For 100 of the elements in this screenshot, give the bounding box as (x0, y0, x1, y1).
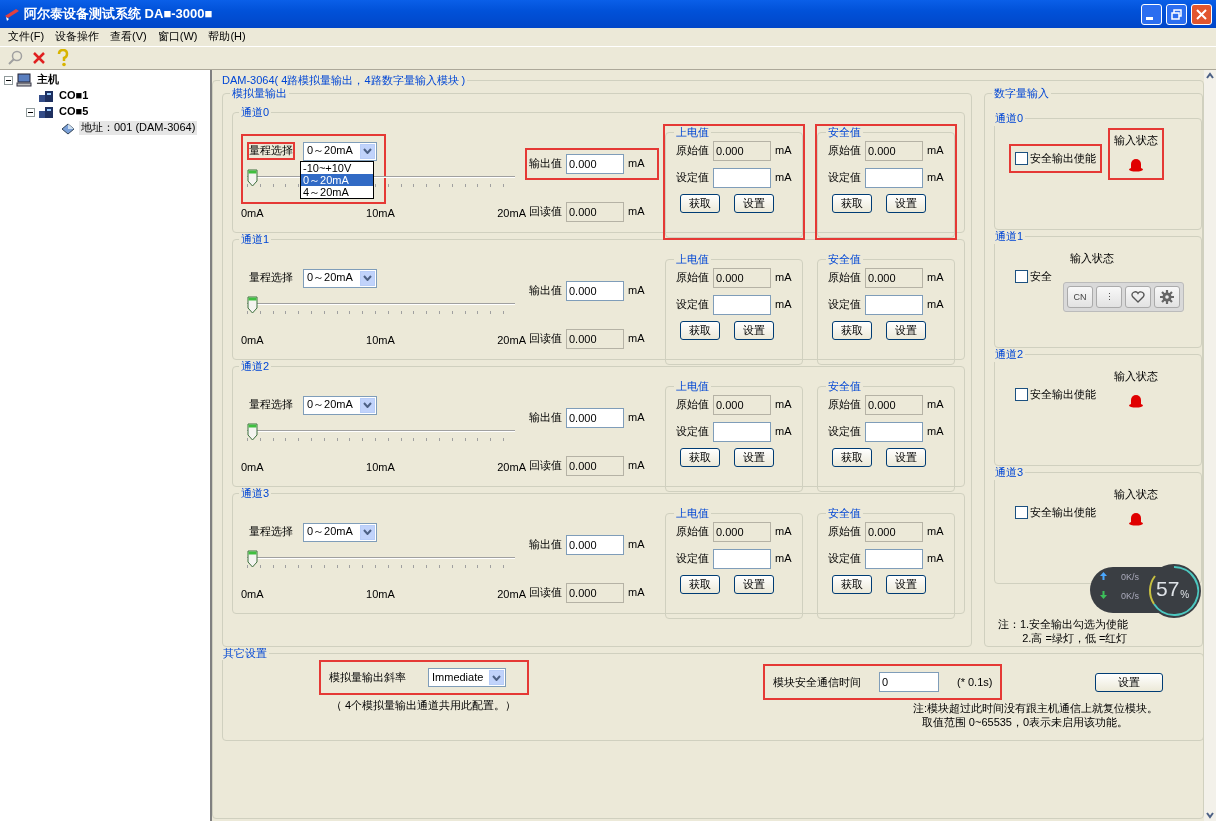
unit-label: mA (927, 298, 944, 312)
readback-field[interactable]: 0.000 (566, 201, 624, 222)
settings-button[interactable]: 设置 (1095, 672, 1163, 692)
readonly-field[interactable]: 0.000 (865, 140, 923, 161)
field-label: 回读值 (529, 585, 562, 600)
output-field[interactable]: 0.000 (566, 534, 624, 555)
readonly-field[interactable]: 0.000 (865, 521, 923, 542)
unit-label: mA (927, 171, 944, 185)
dropdown[interactable]: 0～20mA (303, 395, 377, 415)
field-label: 输出值 (529, 283, 562, 298)
restore-button[interactable] (1166, 3, 1187, 25)
output-field[interactable]: 0.000 (566, 153, 624, 174)
scroll-up-icon[interactable] (1205, 72, 1215, 80)
output-field[interactable]: 0.000 (566, 407, 624, 428)
input-field[interactable] (865, 421, 923, 442)
menu-item[interactable]: 帮助(H) (208, 30, 246, 44)
close-button[interactable] (1191, 3, 1212, 25)
action-button[interactable]: 获取 (680, 447, 720, 467)
tree-item[interactable]: 主机 (35, 73, 61, 87)
scale-label: 20mA (497, 206, 526, 220)
action-button[interactable]: 设置 (886, 320, 926, 340)
expand-toggle[interactable] (4, 75, 13, 85)
field-label: 量程选择 (248, 397, 294, 413)
input-field[interactable] (865, 167, 923, 188)
input-field[interactable] (865, 294, 923, 315)
action-button[interactable]: 获取 (680, 193, 720, 213)
menu-item[interactable]: 查看(V) (110, 30, 147, 44)
scale-label: 10mA (366, 587, 395, 601)
tree-item[interactable]: 地址：001 (DAM-3064) (79, 121, 198, 135)
action-button[interactable]: 设置 (886, 574, 926, 594)
action-button[interactable]: 获取 (832, 447, 872, 467)
input-field[interactable] (865, 548, 923, 569)
scroll-down-icon[interactable] (1205, 811, 1215, 819)
unit-label: mA (927, 271, 944, 285)
checkbox[interactable]: 安全 (1009, 261, 1058, 291)
action-button[interactable]: 获取 (832, 193, 872, 213)
group-title: 上电值 (675, 506, 710, 520)
field-label: 回读值 (529, 331, 562, 346)
action-button[interactable]: 设置 (886, 447, 926, 467)
unit-label: mA (775, 298, 792, 312)
dropdown[interactable]: 0～20mA (303, 522, 377, 542)
slider-thumb[interactable] (247, 549, 258, 568)
readonly-field[interactable]: 0.000 (713, 394, 771, 415)
field-label: 设定值 (828, 171, 861, 185)
action-button[interactable]: 设置 (734, 320, 774, 340)
dropdown-option[interactable]: 4～20mA (301, 185, 373, 198)
readonly-field[interactable]: 0.000 (713, 521, 771, 542)
slider-thumb[interactable] (247, 295, 258, 314)
action-button[interactable]: 获取 (680, 574, 720, 594)
action-button[interactable]: 获取 (832, 574, 872, 594)
action-button[interactable]: 获取 (680, 320, 720, 340)
input-field[interactable] (713, 548, 771, 569)
readback-field[interactable]: 0.000 (566, 455, 624, 476)
input-field[interactable] (713, 167, 771, 188)
toolbar-button[interactable] (1125, 286, 1151, 308)
toolbar-button[interactable]: CN (1067, 286, 1093, 308)
dropdown[interactable]: 0～20mA (303, 141, 377, 161)
unit-label: mA (775, 552, 792, 566)
slider-thumb[interactable] (247, 422, 258, 441)
readonly-field[interactable]: 0.000 (865, 267, 923, 288)
checkbox[interactable]: 安全输出使能 (1009, 497, 1102, 527)
readback-field[interactable]: 0.000 (566, 328, 624, 349)
menu-item[interactable]: 窗口(W) (157, 30, 198, 44)
menu-item[interactable]: 设备操作 (55, 30, 100, 44)
dropdown-option[interactable]: 0～20mA (301, 173, 373, 186)
scale-label: 20mA (497, 587, 526, 601)
action-button[interactable]: 设置 (886, 193, 926, 213)
menu-item[interactable]: 文件(F) (8, 30, 45, 44)
unit-label: mA (628, 331, 645, 346)
expand-toggle[interactable] (26, 107, 35, 117)
readonly-field[interactable]: 0.000 (865, 394, 923, 415)
help-icon (57, 49, 69, 67)
toolbar-button[interactable]: ⋮ (1096, 286, 1122, 308)
readonly-field[interactable]: 0.000 (713, 267, 771, 288)
action-button[interactable]: 设置 (734, 447, 774, 467)
dropdown[interactable]: Immediate (428, 668, 506, 688)
output-field[interactable]: 0.000 (566, 280, 624, 301)
action-button[interactable]: 设置 (734, 193, 774, 213)
readback-field[interactable]: 0.000 (566, 582, 624, 603)
status-label: 输入状态 (1114, 133, 1158, 147)
unit-label: mA (775, 171, 792, 185)
action-button[interactable]: 设置 (734, 574, 774, 594)
readonly-field[interactable]: 0.000 (713, 140, 771, 161)
input-field[interactable] (713, 421, 771, 442)
checkbox[interactable]: 安全输出使能 (1009, 143, 1102, 173)
toolbar-button[interactable] (1154, 286, 1180, 308)
minimize-button[interactable] (1141, 3, 1162, 25)
action-button[interactable]: 获取 (832, 320, 872, 340)
dropdown[interactable]: 0～20mA (303, 268, 377, 288)
input-field[interactable] (713, 294, 771, 315)
field-label: 原始值 (828, 271, 861, 285)
dropdown-option[interactable]: -10~+10V (301, 161, 373, 174)
input-field[interactable]: 0 (879, 672, 939, 693)
group-title: 通道1 (240, 233, 271, 247)
tree-item[interactable]: CO■5 (57, 105, 91, 119)
scale-label: 0mA (241, 587, 264, 601)
minimize-icon (1146, 16, 1153, 20)
tree-item[interactable]: CO■1 (57, 89, 91, 103)
checkbox[interactable]: 安全输出使能 (1009, 379, 1102, 409)
slider-thumb[interactable] (247, 168, 258, 187)
